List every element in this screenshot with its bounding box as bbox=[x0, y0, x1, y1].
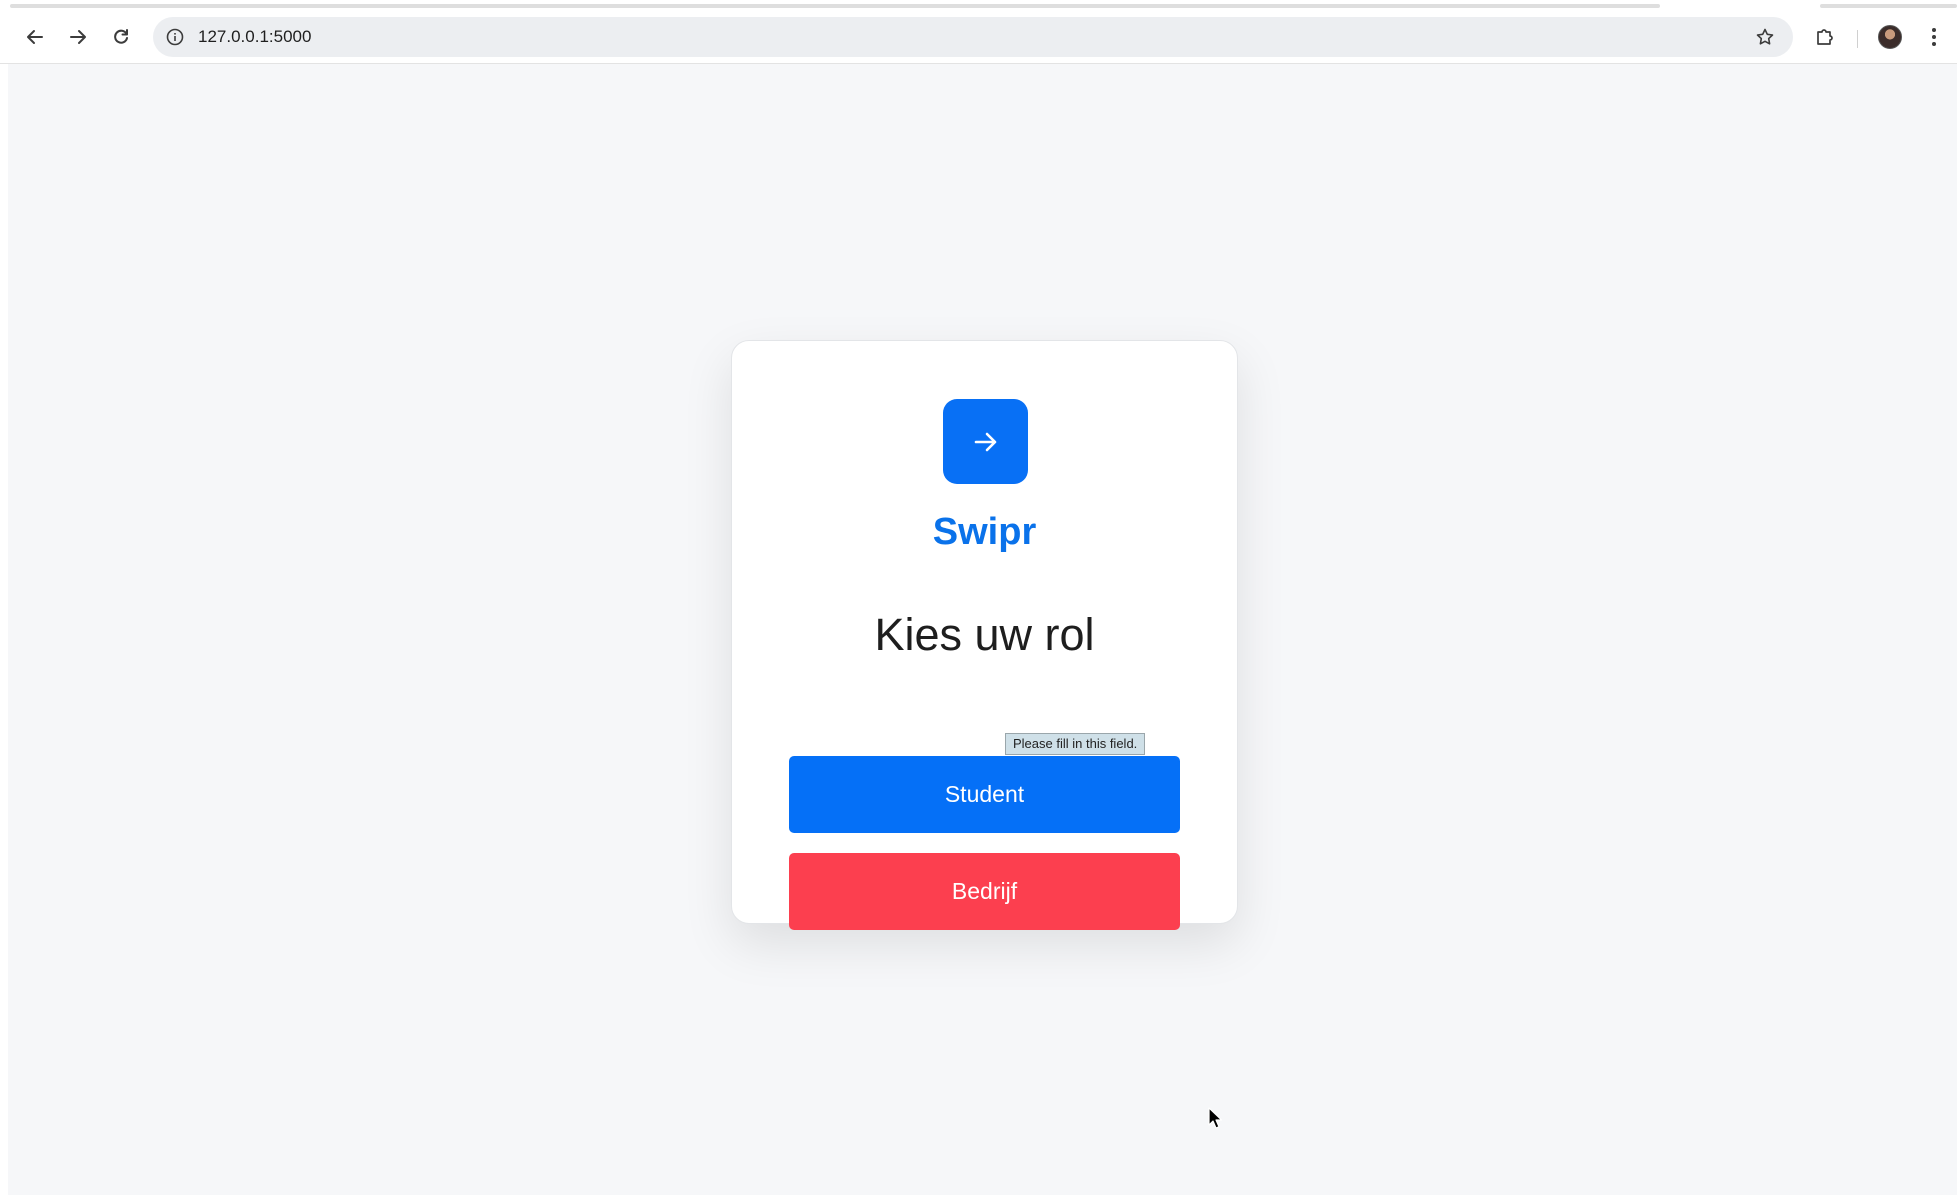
bedrijf-button[interactable]: Bedrijf bbox=[789, 853, 1180, 930]
reload-button[interactable] bbox=[106, 22, 136, 52]
info-icon[interactable] bbox=[165, 27, 185, 47]
arrow-left-icon bbox=[27, 30, 43, 44]
arrow-right-icon bbox=[974, 432, 996, 451]
reload-icon bbox=[114, 29, 128, 44]
tab-indicator bbox=[1820, 4, 1957, 8]
avatar[interactable] bbox=[1878, 25, 1902, 49]
star-icon[interactable] bbox=[1753, 25, 1777, 49]
validation-tooltip: Please fill in this field. bbox=[1005, 733, 1146, 755]
forward-button[interactable] bbox=[63, 22, 93, 52]
brand-name: Swipr bbox=[932, 511, 1037, 553]
kebab-menu-icon[interactable] bbox=[1924, 24, 1944, 50]
tab-strip bbox=[0, 0, 1957, 10]
tab-indicator bbox=[10, 4, 1660, 8]
puzzle-icon[interactable] bbox=[1812, 24, 1838, 50]
toolbar-divider bbox=[1857, 30, 1858, 48]
page-viewport: Swipr Kies uw rol Student Bedrijf bbox=[8, 64, 1957, 1195]
mouse-cursor-icon bbox=[1208, 1107, 1222, 1129]
page-title: Kies uw rol bbox=[874, 609, 1095, 660]
student-button[interactable]: Student bbox=[789, 756, 1180, 833]
browser-toolbar: 127.0.0.1:5000 bbox=[0, 10, 1957, 64]
browser-window: 127.0.0.1:5000 Swipr Kies uw rol Student… bbox=[0, 0, 1957, 1195]
back-button[interactable] bbox=[20, 22, 50, 52]
url-text[interactable]: 127.0.0.1:5000 bbox=[198, 27, 311, 47]
address-bar[interactable]: 127.0.0.1:5000 bbox=[153, 17, 1793, 57]
role-select-card: Swipr Kies uw rol Student Bedrijf bbox=[731, 340, 1238, 930]
logo bbox=[943, 399, 1028, 484]
arrow-right-icon bbox=[70, 30, 86, 44]
